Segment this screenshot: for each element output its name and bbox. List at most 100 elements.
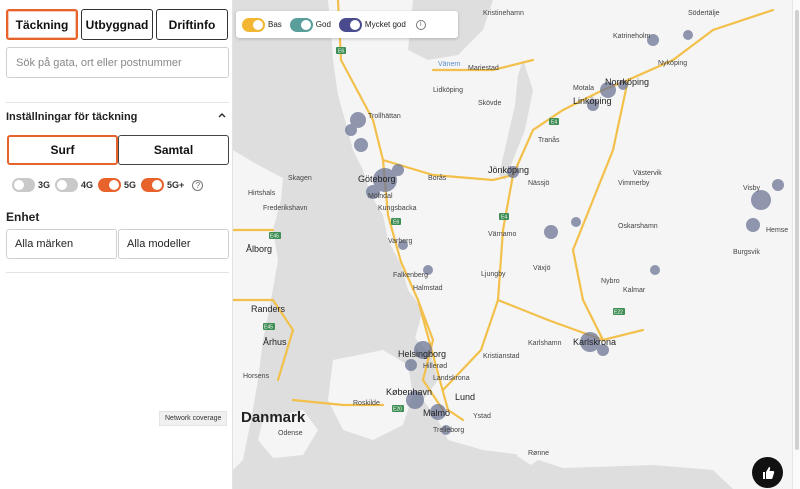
svg-text:Horsens: Horsens: [243, 373, 270, 380]
svg-text:E4: E4: [551, 120, 557, 126]
samtal-button[interactable]: Samtal: [118, 135, 229, 165]
svg-text:Kalmar: Kalmar: [623, 287, 646, 294]
sidebar: Täckning Utbyggnad Driftinfo Sök på gata…: [0, 0, 233, 489]
svg-text:E45: E45: [264, 325, 273, 331]
tab-bar: Täckning Utbyggnad Driftinfo: [6, 9, 228, 40]
svg-text:Skövde: Skövde: [478, 100, 501, 107]
legend-item-god[interactable]: God: [289, 17, 331, 32]
svg-text:Hillerød: Hillerød: [423, 363, 447, 370]
svg-text:Södertälje: Södertälje: [688, 10, 720, 17]
coverage-legend: Bas God Mycket god i: [236, 11, 458, 38]
svg-text:Roskilde: Roskilde: [353, 400, 380, 407]
coverage-map[interactable]: Danmark Göteborg Linköping Norrköping Jö…: [233, 0, 800, 489]
svg-text:Göteborg: Göteborg: [358, 174, 396, 184]
legend-label: God: [315, 20, 331, 29]
chevron-up-icon[interactable]: [217, 110, 227, 120]
svg-text:Odense: Odense: [278, 430, 303, 437]
legend-swatch: [338, 17, 362, 32]
svg-text:Karlshamn: Karlshamn: [528, 340, 562, 347]
scrollbar-thumb[interactable]: [795, 10, 799, 450]
svg-text:Trelleborg: Trelleborg: [433, 427, 464, 434]
svg-text:Landskrona: Landskrona: [433, 375, 470, 382]
svg-text:Hirtshals: Hirtshals: [248, 190, 276, 197]
svg-text:Danmark: Danmark: [241, 409, 306, 426]
toggle-3g[interactable]: 3G: [12, 178, 50, 192]
map-canvas[interactable]: Danmark Göteborg Linköping Norrköping Jö…: [233, 0, 800, 489]
legend-swatch: [289, 17, 313, 32]
svg-text:E4: E4: [501, 215, 507, 221]
svg-text:Vimmerby: Vimmerby: [618, 180, 650, 187]
svg-text:Nyköping: Nyköping: [658, 60, 687, 67]
svg-text:Trollhättan: Trollhättan: [368, 113, 401, 120]
settings-title: Inställningar för täckning: [6, 111, 138, 123]
svg-text:Skagen: Skagen: [288, 175, 312, 182]
svg-text:Ystad: Ystad: [473, 413, 491, 420]
brand-select[interactable]: Alla märken: [6, 229, 117, 259]
svg-text:Jönköping: Jönköping: [488, 165, 529, 175]
scrollbar[interactable]: [792, 0, 800, 489]
svg-text:Malmö: Malmö: [423, 408, 450, 418]
svg-text:Rønne: Rønne: [528, 450, 549, 457]
toggle-label: 3G: [38, 180, 51, 190]
svg-text:Värnamo: Värnamo: [488, 231, 517, 238]
tab-utbyggnad[interactable]: Utbyggnad: [81, 9, 153, 40]
svg-text:Frederikshavn: Frederikshavn: [263, 205, 307, 212]
svg-text:Växjö: Växjö: [533, 265, 551, 272]
tab-tackning[interactable]: Täckning: [6, 9, 78, 40]
svg-text:Västervik: Västervik: [633, 170, 662, 177]
network-toggles: 3G 4G 5G 5G+ ?: [12, 178, 204, 192]
legend-item-mycket-god[interactable]: Mycket god: [338, 17, 406, 32]
toggle-5g-plus[interactable]: 5G+: [141, 178, 184, 192]
svg-text:Linköping: Linköping: [573, 96, 612, 106]
svg-text:Borås: Borås: [428, 174, 447, 182]
svg-text:Katrineholm: Katrineholm: [613, 33, 651, 40]
toggle-5g[interactable]: 5G: [98, 178, 136, 192]
svg-text:E45: E45: [270, 234, 279, 240]
svg-text:Oskarshamn: Oskarshamn: [618, 223, 658, 230]
svg-text:Kristianstad: Kristianstad: [483, 353, 520, 360]
svg-text:Lund: Lund: [455, 392, 475, 402]
svg-text:Motala: Motala: [573, 85, 594, 92]
divider: [6, 272, 229, 273]
svg-text:E6: E6: [338, 49, 344, 55]
toggle-label: 4G: [81, 180, 94, 190]
toggle-label: 5G+: [167, 180, 185, 190]
thumbs-up-icon: [762, 466, 774, 479]
tab-driftinfo[interactable]: Driftinfo: [156, 9, 228, 40]
network-coverage-tooltip: Network coverage: [159, 411, 228, 426]
svg-text:Kristinehamn: Kristinehamn: [483, 10, 524, 17]
svg-text:Ålborg: Ålborg: [246, 244, 272, 254]
info-icon[interactable]: i: [415, 19, 426, 30]
divider: [6, 102, 229, 103]
svg-text:Ljungby: Ljungby: [481, 271, 506, 278]
legend-swatch: [242, 17, 265, 32]
svg-text:Karlskrona: Karlskrona: [573, 337, 616, 347]
svg-text:Burgsvik: Burgsvik: [733, 249, 760, 256]
svg-text:Randers: Randers: [251, 304, 286, 314]
toggle-4g[interactable]: 4G: [55, 178, 93, 192]
toggle-label: 5G: [124, 180, 137, 190]
svg-text:Halmstad: Halmstad: [413, 285, 443, 292]
legend-label: Bas: [268, 20, 282, 29]
feedback-thumbs-up-button[interactable]: [752, 457, 783, 488]
legend-label: Mycket god: [364, 20, 406, 29]
help-icon[interactable]: ?: [192, 179, 204, 191]
svg-text:Kungsbacka: Kungsbacka: [378, 205, 417, 212]
svg-text:Århus: Århus: [263, 337, 287, 347]
svg-text:Tranås: Tranås: [538, 136, 560, 144]
search-input[interactable]: Sök på gata, ort eller postnummer: [6, 47, 229, 78]
svg-text:Visby: Visby: [743, 185, 760, 192]
legend-item-bas[interactable]: Bas: [242, 17, 282, 32]
svg-text:Lidköping: Lidköping: [433, 87, 463, 94]
svg-text:Nybro: Nybro: [601, 278, 620, 285]
svg-text:Vänern: Vänern: [438, 61, 461, 68]
svg-text:Falkenberg: Falkenberg: [393, 272, 428, 279]
unit-title: Enhet: [6, 210, 40, 224]
svg-text:Mariestad: Mariestad: [468, 65, 499, 72]
svg-text:E6: E6: [393, 220, 399, 226]
svg-text:Mölndal: Mölndal: [368, 193, 393, 200]
model-select[interactable]: Alla modeller: [118, 229, 229, 259]
svg-text:Hemse: Hemse: [766, 227, 788, 234]
svg-text:Norrköping: Norrköping: [605, 77, 649, 87]
surf-button[interactable]: Surf: [7, 135, 118, 165]
